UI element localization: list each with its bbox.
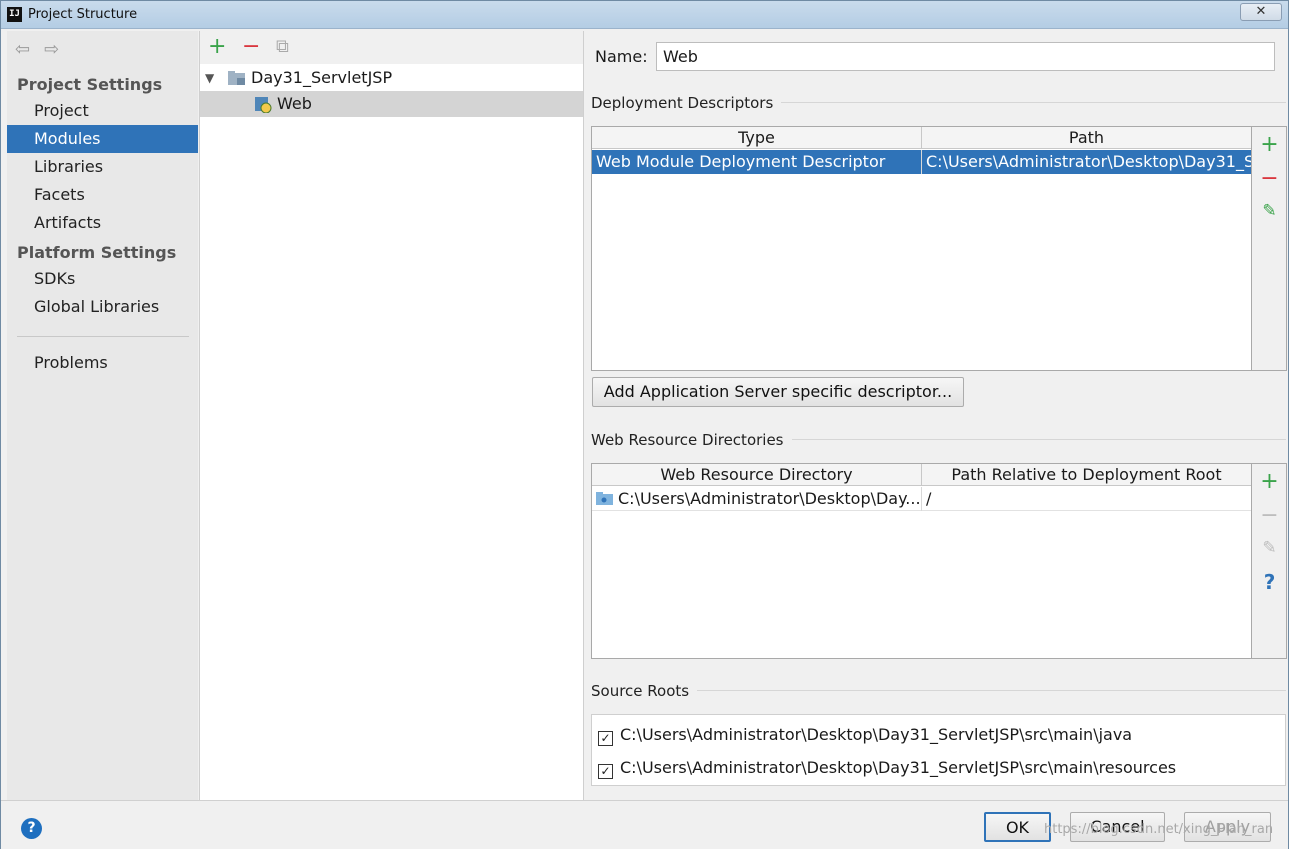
nav-item-problems[interactable]: Problems	[7, 349, 198, 377]
help-question-icon[interactable]: ?	[1252, 570, 1287, 594]
back-arrow-icon[interactable]: ⇦	[15, 39, 30, 60]
project-settings-heading: Project Settings	[17, 75, 163, 94]
source-root-item[interactable]: ✓ C:\Users\Administrator\Desktop\Day31_Se…	[598, 756, 1176, 780]
web-resource-directories-heading: Web Resource Directories	[591, 431, 792, 449]
add-server-descriptor-button[interactable]: Add Application Server specific descript…	[592, 377, 964, 407]
deployment-descriptors-table: Type Path Web Module Deployment Descript…	[591, 126, 1252, 371]
remove-icon[interactable]: −	[242, 34, 260, 60]
source-root-item[interactable]: ✓ C:\Users\Administrator\Desktop\Day31_Se…	[598, 723, 1132, 747]
column-header-web-resource-directory[interactable]: Web Resource Directory	[592, 464, 922, 486]
web-resource-directories-table: Web Resource Directory Path Relative to …	[591, 463, 1252, 659]
nav-item-project[interactable]: Project	[7, 97, 198, 125]
web-resources-table-header: Web Resource Directory Path Relative to …	[592, 464, 1251, 486]
nav-item-libraries[interactable]: Libraries	[7, 153, 198, 181]
project-structure-window: IJ Project Structure ✕ ⇦ ⇨ Project Settin…	[0, 0, 1289, 849]
nav-item-facets[interactable]: Facets	[7, 181, 198, 209]
remove-web-resource-icon[interactable]: −	[1252, 504, 1287, 528]
window-title: Project Structure	[28, 7, 138, 22]
deployment-side-toolbar: + − ✎	[1252, 126, 1287, 371]
web-resource-dir-cell: C:\Users\Administrator\Desktop\Day...	[592, 487, 922, 511]
deployment-table-header: Type Path	[592, 127, 1251, 149]
tree-node-project-label: Day31_ServletJSP	[251, 68, 393, 87]
chevron-down-icon[interactable]: ▼	[205, 65, 214, 91]
deployment-descriptors-heading: Deployment Descriptors	[591, 94, 782, 112]
dialog-button-bar: ? OK Cancel Apply https://blog.csdn.net/…	[1, 800, 1288, 849]
source-roots-heading: Source Roots	[591, 682, 698, 700]
tree-node-project[interactable]: ▼ Day31_ServletJSP	[200, 65, 583, 91]
web-resources-side-toolbar: + − ✎ ?	[1252, 463, 1287, 659]
watermark-text: https://blog.csdn.net/xing_Plan_ran	[1044, 822, 1274, 837]
web-folder-icon	[596, 492, 613, 505]
add-descriptor-icon[interactable]: +	[1252, 133, 1287, 157]
web-facet-icon	[255, 97, 272, 113]
forward-arrow-icon[interactable]: ⇨	[44, 39, 59, 60]
settings-nav: ⇦ ⇨ Project Settings Project Modules Libr…	[7, 31, 198, 800]
remove-descriptor-icon[interactable]: −	[1252, 167, 1287, 191]
ok-button[interactable]: OK	[984, 812, 1051, 842]
source-roots-list: ✓ C:\Users\Administrator\Desktop\Day31_Se…	[591, 714, 1286, 786]
source-root-checkbox[interactable]: ✓	[598, 731, 613, 746]
source-root-checkbox[interactable]: ✓	[598, 764, 613, 779]
copy-icon[interactable]: ⧉	[276, 34, 289, 60]
intellij-app-icon: IJ	[7, 7, 22, 22]
descriptor-type-cell: Web Module Deployment Descriptor	[592, 150, 922, 174]
descriptor-path-cell: C:\Users\Administrator\Desktop\Day31_Ser…	[926, 152, 1251, 171]
title-bar[interactable]: IJ Project Structure ✕	[1, 1, 1288, 29]
tree-node-web[interactable]: Web	[200, 91, 583, 117]
nav-item-global-libraries[interactable]: Global Libraries	[7, 293, 198, 321]
tree-node-web-label: Web	[277, 94, 312, 113]
name-label: Name:	[595, 47, 648, 66]
module-tree-panel: + − ⧉ ▼ Day31_ServletJSP Web	[199, 31, 584, 800]
nav-item-artifacts[interactable]: Artifacts	[7, 209, 198, 237]
source-root-path: C:\Users\Administrator\Desktop\Day31_Ser…	[620, 725, 1133, 744]
table-row[interactable]: C:\Users\Administrator\Desktop\Day... /	[592, 487, 1251, 511]
table-row[interactable]: Web Module Deployment Descriptor C:\User…	[592, 150, 1251, 174]
nav-history: ⇦ ⇨	[15, 39, 73, 60]
edit-pencil-icon[interactable]: ✎	[1252, 199, 1287, 223]
close-window-button[interactable]: ✕	[1240, 3, 1282, 21]
platform-settings-heading: Platform Settings	[17, 243, 177, 262]
path-relative-cell: /	[926, 489, 932, 508]
name-input[interactable]: Web	[656, 42, 1275, 71]
nav-divider	[17, 336, 189, 337]
nav-item-modules[interactable]: Modules	[7, 125, 198, 153]
web-resource-dir-text: C:\Users\Administrator\Desktop\Day...	[618, 489, 921, 508]
column-header-path-relative[interactable]: Path Relative to Deployment Root	[922, 464, 1251, 486]
web-facet-settings: Name: Web Deployment Descriptors Type Pa…	[585, 31, 1288, 800]
source-root-path: C:\Users\Administrator\Desktop\Day31_Ser…	[620, 758, 1177, 777]
edit-pencil-icon[interactable]: ✎	[1252, 536, 1287, 560]
column-header-type[interactable]: Type	[592, 127, 922, 149]
column-header-path[interactable]: Path	[922, 127, 1251, 149]
module-folder-icon	[228, 71, 245, 85]
add-web-resource-icon[interactable]: +	[1252, 470, 1287, 494]
add-icon[interactable]: +	[208, 34, 226, 60]
nav-item-sdks[interactable]: SDKs	[7, 265, 198, 293]
help-icon[interactable]: ?	[21, 818, 42, 839]
tree-toolbar: + − ⧉	[200, 31, 583, 64]
